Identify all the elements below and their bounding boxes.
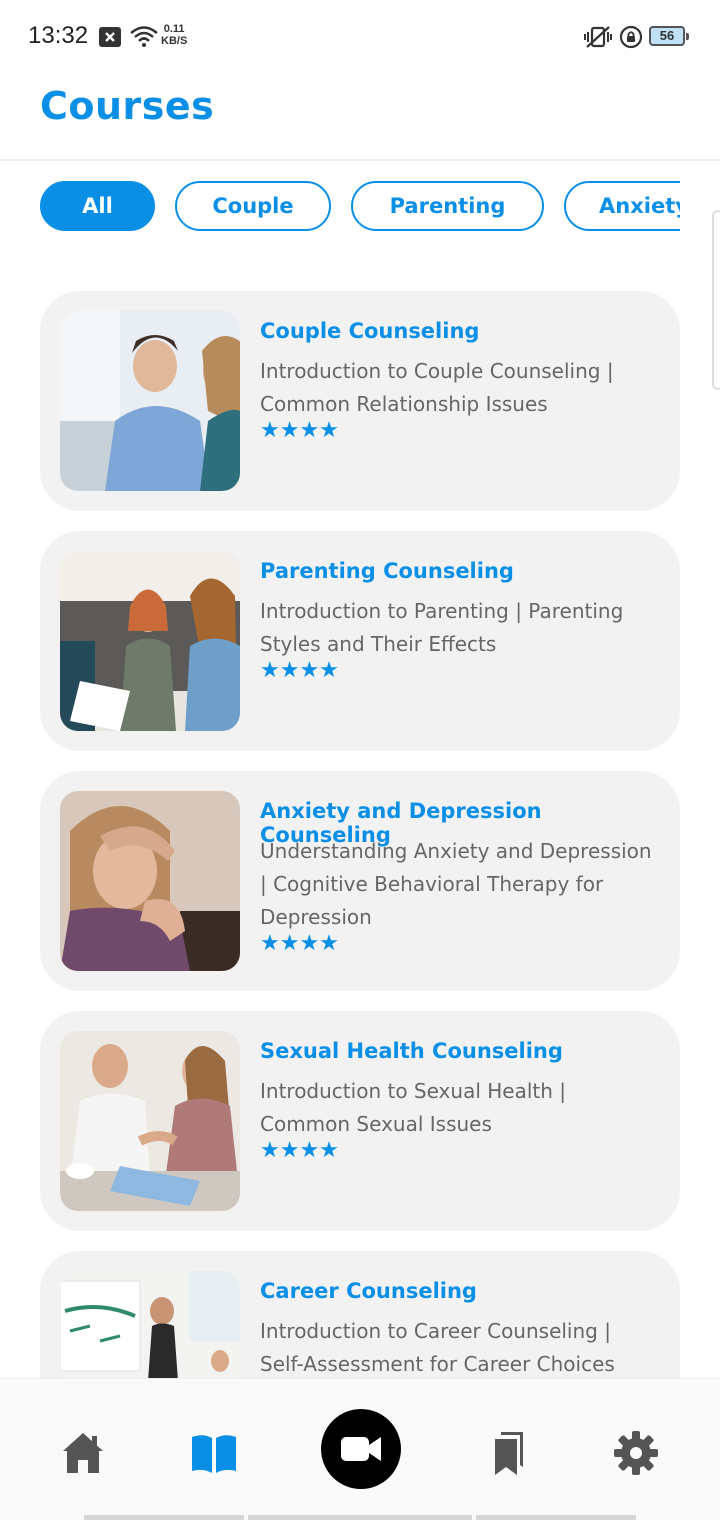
rating-stars-icon: ★★★★ bbox=[260, 1138, 339, 1163]
course-description: Introduction to Career Counseling | Self… bbox=[260, 1319, 615, 1376]
rating-stars-icon: ★★★★ bbox=[260, 658, 339, 683]
scroll-indicator bbox=[712, 210, 720, 390]
course-title: Couple Counseling bbox=[260, 319, 480, 343]
filter-chip-anxiety[interactable]: Anxiety bbox=[564, 181, 680, 231]
battery-icon: 56 bbox=[649, 26, 689, 46]
home-icon[interactable] bbox=[59, 1429, 107, 1477]
couple-counseling-photo bbox=[60, 311, 240, 491]
network-speed: 0.11 KB/S bbox=[161, 23, 187, 47]
filter-chip-parenting[interactable]: Parenting bbox=[351, 181, 544, 231]
sexual-health-photo bbox=[60, 1031, 240, 1211]
video-call-button[interactable] bbox=[321, 1409, 401, 1489]
gesture-bar bbox=[476, 1515, 636, 1520]
category-filter-row[interactable]: All Couple Parenting Anxiety bbox=[40, 181, 680, 233]
rating-stars-icon: ★★★★ bbox=[260, 418, 339, 443]
course-description: Introduction to Couple Counseling | Comm… bbox=[260, 359, 614, 416]
network-speed-value: 0.11 bbox=[163, 23, 185, 35]
course-card-career[interactable]: Career Counseling Introduction to Career… bbox=[40, 1251, 680, 1378]
course-description: Introduction to Sexual Health | Common S… bbox=[260, 1079, 567, 1136]
status-bar: 13:32 0.11 KB/S 56 bbox=[0, 0, 720, 72]
career-counseling-photo bbox=[60, 1271, 240, 1378]
settings-icon[interactable] bbox=[612, 1429, 660, 1477]
wifi-icon bbox=[130, 26, 158, 47]
course-title: Sexual Health Counseling bbox=[260, 1039, 563, 1063]
rating-stars-icon: ★★★★ bbox=[260, 931, 339, 956]
gesture-bar bbox=[248, 1515, 472, 1520]
course-description: Understanding Anxiety and Depression | C… bbox=[260, 839, 652, 929]
bottom-navigation bbox=[0, 1378, 720, 1520]
book-icon[interactable] bbox=[190, 1429, 238, 1477]
course-title: Parenting Counseling bbox=[260, 559, 514, 583]
vibrate-icon bbox=[584, 26, 612, 48]
course-card-parenting[interactable]: Parenting Counseling Introduction to Par… bbox=[40, 531, 680, 751]
close-box-icon bbox=[99, 27, 121, 47]
header-divider bbox=[0, 159, 720, 161]
page-title: Courses bbox=[40, 84, 215, 128]
parenting-counseling-photo bbox=[60, 551, 240, 731]
course-card-anxiety-depression[interactable]: Anxiety and Depression Counseling Unders… bbox=[40, 771, 680, 991]
filter-chip-couple[interactable]: Couple bbox=[175, 181, 331, 231]
course-list[interactable]: Couple Counseling Introduction to Couple… bbox=[40, 291, 680, 1378]
gesture-bar bbox=[84, 1515, 244, 1520]
course-card-sexual-health[interactable]: Sexual Health Counseling Introduction to… bbox=[40, 1011, 680, 1231]
course-title: Career Counseling bbox=[260, 1279, 477, 1303]
course-card-couple[interactable]: Couple Counseling Introduction to Couple… bbox=[40, 291, 680, 511]
status-time: 13:32 bbox=[28, 22, 89, 49]
anxiety-depression-photo bbox=[60, 791, 240, 971]
course-description: Introduction to Parenting | Parenting St… bbox=[260, 599, 624, 656]
video-camera-icon bbox=[341, 1437, 381, 1461]
filter-chip-all[interactable]: All bbox=[40, 181, 155, 231]
rotation-lock-icon bbox=[619, 25, 643, 49]
bookmarks-icon[interactable] bbox=[483, 1429, 531, 1477]
network-speed-unit: KB/S bbox=[161, 35, 188, 47]
